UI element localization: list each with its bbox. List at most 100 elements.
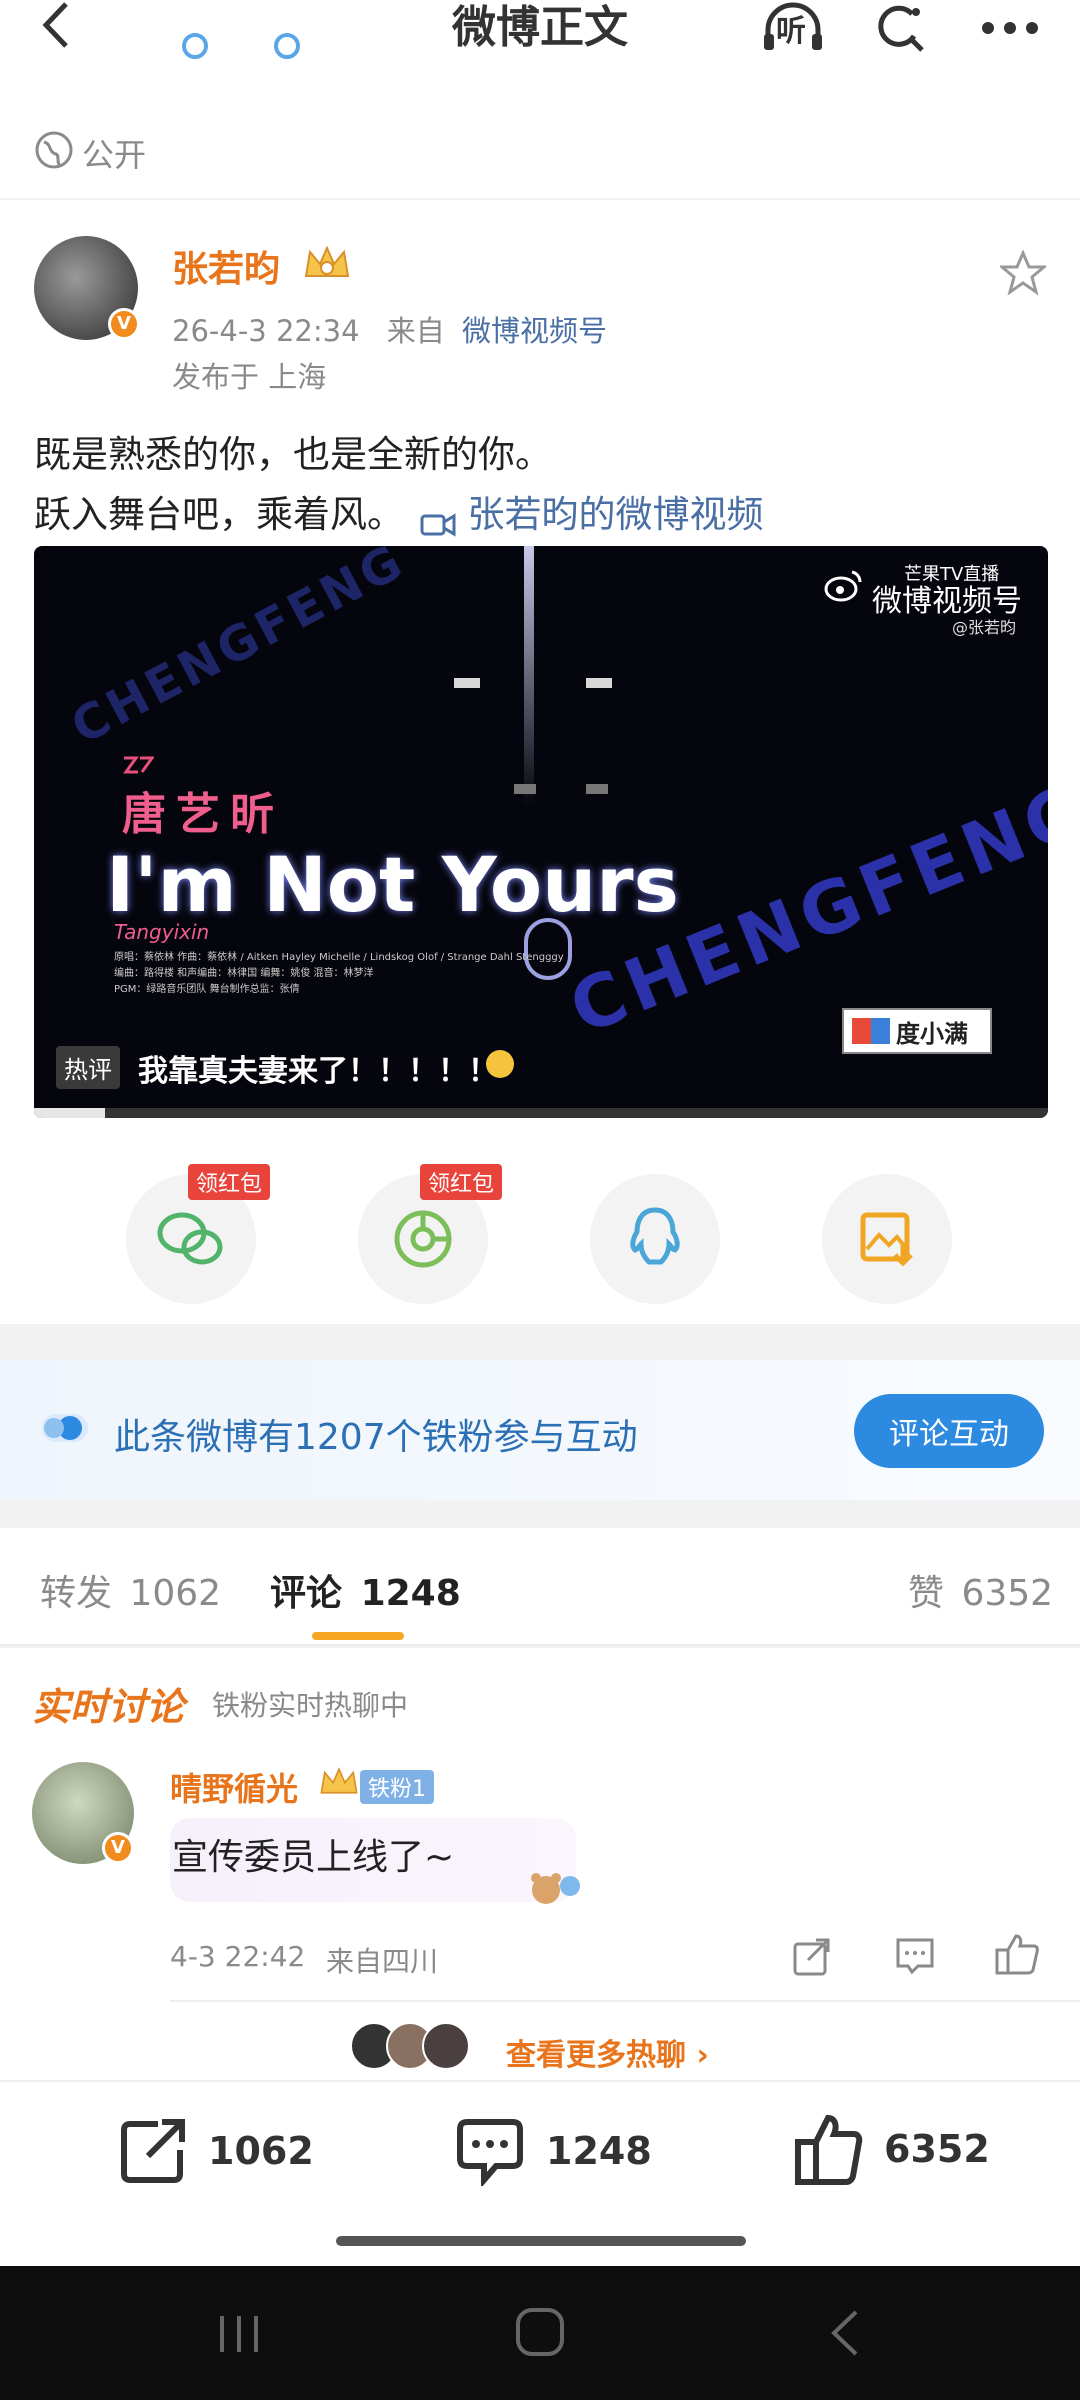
home-icon <box>516 2308 564 2356</box>
crown-icon <box>318 1762 360 1800</box>
comment-interact-button[interactable]: 评论互动 <box>854 1394 1044 1468</box>
qq-icon <box>630 1207 680 1265</box>
fans-banner-text: 此条微博有1207个铁粉参与互动 <box>114 1417 638 1458</box>
video-progress-track[interactable] <box>34 1108 1048 1118</box>
comment-like-icon[interactable] <box>994 1932 1040 1976</box>
post-text-line1: 既是熟悉的你，也是全新的你。 <box>34 433 552 476</box>
hot-comment-label: 热评 <box>56 1046 120 1089</box>
sad-emoji-icon <box>486 1050 514 1078</box>
post-text-line2: 跃入舞台吧，乘着风。 <box>34 493 404 536</box>
sponsor-name: 度小满 <box>896 1019 968 1048</box>
share-qq-button[interactable] <box>590 1174 720 1304</box>
comment-reply-icon[interactable] <box>894 1936 936 1976</box>
verified-badge: V <box>102 1832 134 1864</box>
save-image-button[interactable] <box>822 1174 952 1304</box>
comment-count: 1248 <box>546 2129 652 2173</box>
favorite-star-icon[interactable] <box>997 249 1049 296</box>
comment-share-icon[interactable] <box>792 1936 832 1976</box>
search-icon <box>878 5 924 52</box>
verified-badge: V <box>108 308 140 340</box>
tab-repost-label: 转发 <box>40 1573 113 1614</box>
like-button[interactable]: 6352 <box>794 2112 990 2186</box>
repost-icon <box>121 2119 185 2183</box>
comment-date: 4-3 22:42 <box>170 1940 306 1973</box>
sponsor-logo-icon <box>852 1018 890 1044</box>
live-discussion-section: 实时讨论 铁粉实时热聊中 V 晴野循光 铁粉1 宣传委员上线了~ 4-3 22:… <box>0 1648 1080 2080</box>
bottom-action-bar: 1062 1248 6352 <box>0 2080 1080 2266</box>
visibility-label: 公开 <box>82 136 147 174</box>
post-source[interactable]: 微博视频号 <box>462 314 607 348</box>
listen-label: 听 <box>776 14 806 49</box>
system-back-button[interactable] <box>826 2308 862 2358</box>
more-hot-talk-link[interactable]: 查看更多热聊 › <box>506 2030 709 2074</box>
tab-repost-count: 1062 <box>129 1573 222 1614</box>
show-logo-icon <box>122 756 155 774</box>
tab-comment-count: 1248 <box>360 1573 461 1614</box>
post-card: V 张若昀 26-4-3 22:34 来自 微博视频号 发布于 上海 既是熟悉的… <box>0 200 1080 1324</box>
fan-level-badge: 铁粉1 <box>360 1770 434 1804</box>
artist-name: 唐艺昕 <box>122 789 284 840</box>
post-text-line2-wrap: 跃入舞台吧，乘着风。 张若昀的微博视频 <box>34 484 764 538</box>
from-prefix: 来自 <box>386 314 445 348</box>
tabs-bar: 转发 1062 评论 1248 赞 6352 <box>0 1528 1080 1646</box>
tab-comment[interactable]: 评论 1248 <box>270 1564 461 1616</box>
spotlight-beam <box>524 546 534 806</box>
wechat-icon <box>157 1212 223 1265</box>
like-icon <box>795 2114 863 2185</box>
red-packet-tag: 领红包 <box>420 1164 503 1200</box>
listen-button[interactable]: 听 <box>758 0 828 56</box>
comment-button[interactable]: 1248 <box>454 2116 652 2186</box>
recent-apps-button[interactable] <box>214 2310 264 2358</box>
home-button[interactable] <box>514 2306 566 2358</box>
comment-username[interactable]: 晴野循光 <box>170 1764 298 1810</box>
video-camera-icon <box>420 504 456 537</box>
crown-icon <box>302 242 352 282</box>
red-packet-tag: 领红包 <box>188 1164 271 1200</box>
live-discussion-title: 实时讨论 <box>32 1685 185 1729</box>
more-hot-talk-label: 查看更多热聊 <box>506 2038 686 2073</box>
sponsor-badge: 度小满 <box>842 1008 992 1054</box>
back-icon <box>831 2310 858 2356</box>
system-nav-bar <box>0 2266 1080 2400</box>
credits-line2: 编曲：路得楼 和声编曲：林律国 编舞：姚俊 混音：林梦洋 <box>114 968 374 979</box>
divider <box>170 2000 1080 2002</box>
stage-light <box>586 678 612 688</box>
tab-like-label: 赞 <box>908 1573 945 1614</box>
globe-icon <box>34 130 74 170</box>
song-title: I'm Not Yours <box>106 840 679 929</box>
credits-line1: 原唱：蔡依林 作曲：蔡依林 / Aitken Hayley Michelle /… <box>114 952 564 963</box>
tab-repost[interactable]: 转发 1062 <box>40 1564 221 1616</box>
hot-talk-avatars <box>350 2018 490 2070</box>
visibility-row: 公开 <box>0 100 1080 198</box>
video-link[interactable]: 张若昀的微博视频 <box>468 493 764 536</box>
chevron-right-icon: › <box>696 2038 709 2073</box>
fans-toggle-icon <box>40 1412 90 1444</box>
artist-signature: Tangyixin <box>114 920 210 944</box>
fans-banner: 此条微博有1207个铁粉参与互动 评论互动 <box>0 1360 1080 1500</box>
live-discussion-subtitle: 铁粉实时热聊中 <box>212 1689 409 1722</box>
post-location: 发布于 上海 <box>172 360 327 394</box>
moments-icon <box>394 1210 452 1268</box>
bear-sticker-icon <box>526 1866 582 1912</box>
post-date: 26-4-3 22:34 <box>172 314 360 348</box>
weibo-logo-icon <box>824 568 864 602</box>
video-player[interactable]: CHENGFENG CHENGFENG 芒果TV直播 微博视频号 @张若昀 唐艺… <box>34 546 1048 1118</box>
search-button[interactable] <box>870 0 930 56</box>
tab-comment-label: 评论 <box>270 1573 343 1614</box>
save-image-icon <box>860 1212 913 1267</box>
video-progress-fill <box>34 1108 105 1118</box>
watermark-handle: @张若昀 <box>952 618 1017 637</box>
repost-button[interactable]: 1062 <box>118 2116 314 2186</box>
comment-text: 宣传委员上线了~ <box>172 1837 455 1878</box>
like-count: 6352 <box>884 2127 990 2171</box>
top-bar: 微博正文 听 <box>0 0 1080 100</box>
credits-line3: PGM：绿路音乐团队 舞台制作总监：张倩 <box>114 984 300 995</box>
more-button[interactable] <box>975 0 1045 56</box>
repost-count: 1062 <box>208 2129 314 2173</box>
stage-light <box>586 784 608 794</box>
post-meta: 26-4-3 22:34 来自 微博视频号 <box>172 308 607 350</box>
tab-like[interactable]: 赞 6352 <box>908 1564 1053 1616</box>
stage-light <box>514 784 536 794</box>
author-name[interactable]: 张若昀 <box>172 240 280 292</box>
comment-location: 来自四川 <box>326 1945 439 1978</box>
